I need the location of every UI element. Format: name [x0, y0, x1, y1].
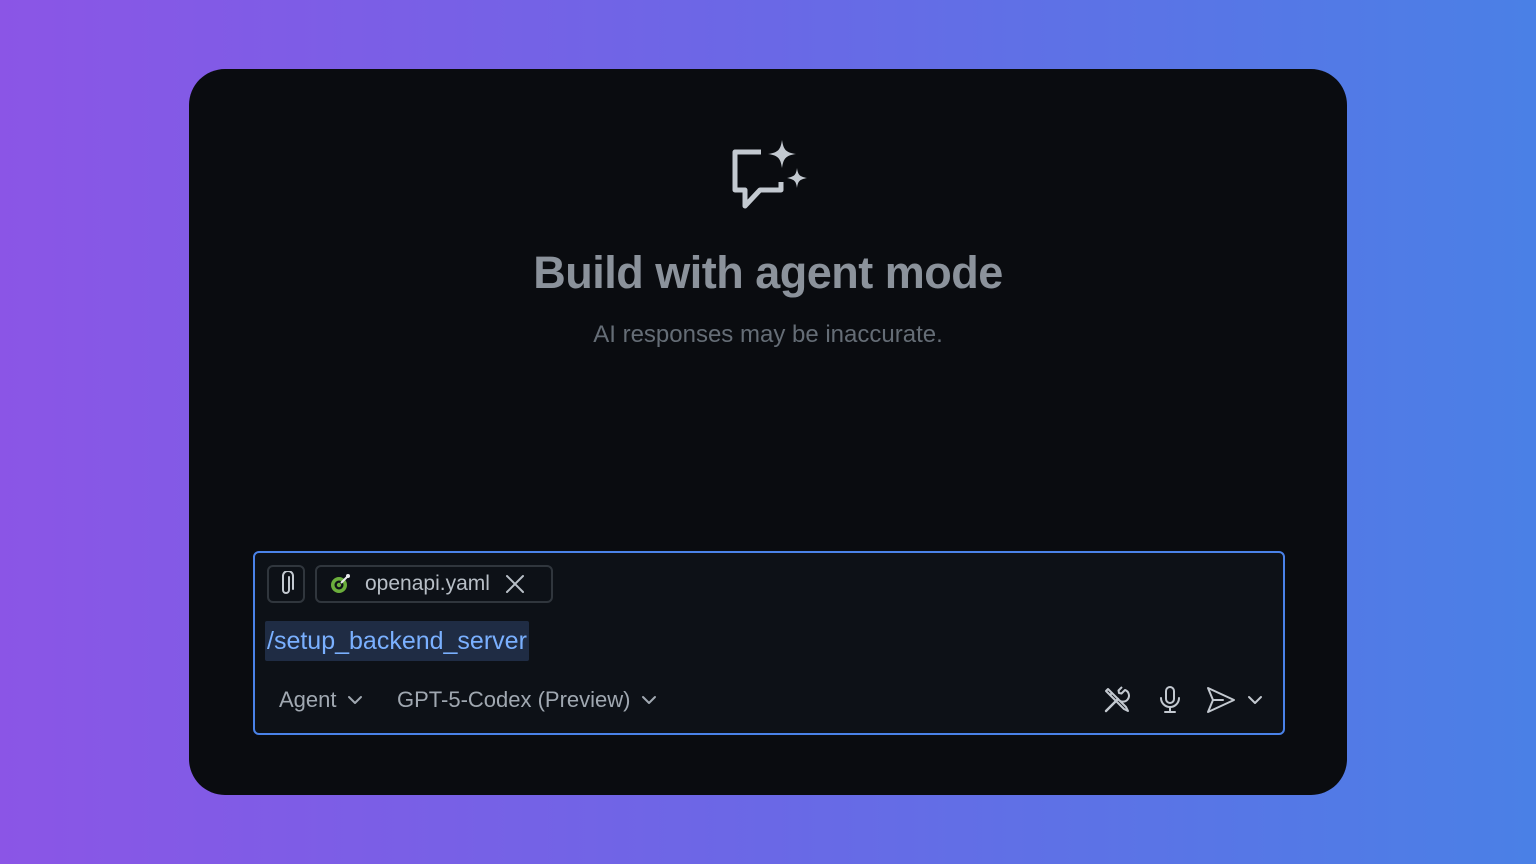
- send-button[interactable]: [1205, 684, 1237, 716]
- paperclip-icon: [282, 571, 294, 594]
- model-dropdown[interactable]: GPT-5-Codex (Preview): [397, 679, 657, 721]
- attachment-chip[interactable]: openapi.yaml: [315, 565, 553, 603]
- chat-window: Build with agent mode AI responses may b…: [189, 69, 1347, 795]
- microphone-icon: [1160, 686, 1180, 713]
- attach-button[interactable]: [267, 565, 305, 603]
- prompt-text[interactable]: /setup_backend_server: [265, 621, 529, 661]
- mode-dropdown[interactable]: Agent: [279, 679, 363, 721]
- microphone-button[interactable]: [1154, 684, 1186, 716]
- chat-input-box[interactable]: openapi.yaml /setup_backend_server Agent…: [253, 551, 1285, 735]
- attachment-file-name: openapi.yaml: [365, 572, 490, 595]
- model-dropdown-label: GPT-5-Codex (Preview): [397, 687, 631, 712]
- send-options-button[interactable]: [1245, 684, 1265, 716]
- send-icon: [1207, 687, 1235, 713]
- page-title: Build with agent mode: [533, 247, 1003, 298]
- chevron-down-icon: [347, 692, 363, 708]
- tools-button[interactable]: [1101, 684, 1133, 716]
- chat-sparkle-icon: [732, 140, 807, 209]
- slash-command-token[interactable]: /setup_backend_server: [265, 621, 529, 661]
- chevron-down-icon: [641, 692, 657, 708]
- chevron-down-icon: [1248, 696, 1262, 704]
- tools-icon: [1104, 686, 1130, 713]
- openapi-file-icon: [329, 573, 351, 595]
- disclaimer-text: AI responses may be inaccurate.: [593, 321, 943, 348]
- mode-dropdown-label: Agent: [279, 687, 337, 712]
- close-icon[interactable]: [504, 573, 526, 595]
- composer-toolbar: Agent GPT-5-Codex (Preview): [255, 679, 1283, 721]
